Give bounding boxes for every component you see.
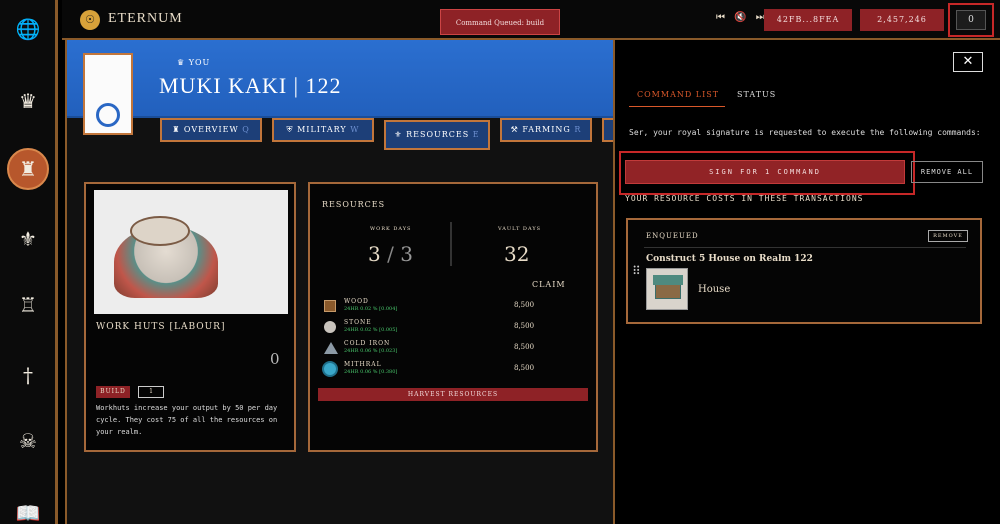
resource-row-wood: WOOD 24HR 0.02 % [0.004] 8,500 xyxy=(324,298,574,318)
resources-card: RESOURCES WORK DAYS 3 / 3 VAULT DAYS 32 … xyxy=(308,182,598,452)
realm-name: MUKI KAKI | 122 xyxy=(159,73,342,98)
realm-view: ♛ YOU MUKI KAKI | 122 ♜ OVERVIEW Q ⛨ MIL… xyxy=(65,40,615,524)
tab-resources[interactable]: ⚜ RESOURCES E xyxy=(384,120,490,150)
resource-rate: 24HR 0.06 % [0.023] xyxy=(344,348,398,354)
resource-name: STONE xyxy=(344,319,372,326)
build-button[interactable]: BUILD xyxy=(96,386,130,398)
close-icon[interactable]: ✕ xyxy=(953,52,983,72)
work-days-label: WORK DAYS xyxy=(370,226,412,232)
castle-icon[interactable]: ♜ xyxy=(7,148,49,190)
sidebar: 🌐 ♛ ♜ ⚜ ♖ † ☠ 📖 xyxy=(0,0,58,524)
command-count: 0 xyxy=(956,10,986,30)
resource-value: 8,500 xyxy=(514,322,535,330)
cold-iron-icon xyxy=(324,342,338,354)
resource-rate: 24HR 0.02 % [0.005] xyxy=(344,327,398,333)
remove-command-button[interactable]: REMOVE xyxy=(928,230,968,242)
resource-rate: 24HR 0.02 % [0.004] xyxy=(344,306,398,312)
wood-icon xyxy=(324,300,336,312)
divider xyxy=(644,247,966,248)
work-hut-image xyxy=(94,190,288,314)
you-label: ♛ YOU xyxy=(177,58,211,67)
sign-command-button[interactable]: SIGN FOR 1 COMMAND xyxy=(625,160,905,184)
command-title: Construct 5 House on Realm 122 xyxy=(646,254,813,264)
lords-icon[interactable]: ⚜ xyxy=(7,218,49,260)
resource-value: 8,500 xyxy=(514,364,535,372)
globe-icon[interactable]: 🌐 xyxy=(7,8,49,50)
stone-icon xyxy=(324,321,336,333)
lords-balance-button[interactable]: 2,457,246 xyxy=(860,9,944,31)
tab-farming[interactable]: ⚒ FARMING R xyxy=(500,118,592,142)
resources-heading: RESOURCES xyxy=(322,200,386,209)
building-title: WORK HUTS [LABOUR] xyxy=(96,322,226,332)
top-bar: ☉ ETERNUM Command Queued: build ⏮ 🔇 ⏭ 42… xyxy=(62,0,1000,40)
resource-value: 8,500 xyxy=(514,301,535,309)
tower-icon[interactable]: ♖ xyxy=(7,284,49,326)
vault-days-label: VAULT DAYS xyxy=(498,226,542,232)
house-thumbnail xyxy=(646,268,688,310)
resource-name: COLD IRON xyxy=(344,340,391,347)
resource-value: 8,500 xyxy=(514,343,535,351)
resource-row-cold-iron: COLD IRON 24HR 0.06 % [0.023] 8,500 xyxy=(324,340,574,360)
resource-name: WOOD xyxy=(344,298,369,305)
harvest-resources-button[interactable]: HARVEST RESOURCES xyxy=(318,388,588,401)
costs-heading: YOUR RESOURCE COSTS IN THESE TRANSACTION… xyxy=(625,194,864,203)
tab-command-list[interactable]: COMMAND LIST xyxy=(637,90,719,99)
claim-label: CLAIM xyxy=(532,280,566,289)
sword-icon[interactable]: † xyxy=(7,354,49,396)
resource-row-mithral: MITHRAL 24HR 0.06 % [0.380] 8,500 xyxy=(324,361,574,381)
hut-roof xyxy=(130,216,190,246)
media-controls[interactable]: ⏮ 🔇 ⏭ xyxy=(716,12,768,23)
command-item-name: House xyxy=(698,284,731,295)
divider xyxy=(450,222,452,266)
remove-all-button[interactable]: REMOVE ALL xyxy=(911,161,983,183)
resource-rate: 24HR 0.06 % [0.380] xyxy=(344,369,398,375)
command-list-toggle-button[interactable]: 0 xyxy=(948,3,994,37)
realm-portrait xyxy=(83,53,133,135)
enqueued-label: ENQUEUED xyxy=(646,232,699,240)
building-description: Workhuts increase your output by 50 per … xyxy=(96,404,278,436)
build-quantity-input[interactable]: 1 xyxy=(138,386,164,398)
work-days-value: 3 / 3 xyxy=(368,242,413,266)
command-queued-badge[interactable]: Command Queued: build xyxy=(440,9,560,35)
building-count: 0 xyxy=(270,350,280,368)
book-icon[interactable]: 📖 xyxy=(7,492,49,524)
brand-title: ETERNUM xyxy=(108,11,183,26)
building-card: WORK HUTS [LABOUR] 0 BUILD 1 Workhuts in… xyxy=(84,182,296,452)
ring-icon xyxy=(96,103,120,127)
skull-icon[interactable]: ☠ xyxy=(7,420,49,462)
enqueued-command-card: ENQUEUED REMOVE Construct 5 House on Rea… xyxy=(626,218,982,324)
tab-military[interactable]: ⛨ MILITARY W xyxy=(272,118,374,142)
resource-name: MITHRAL xyxy=(344,361,382,368)
command-panel: ✕ COMMAND LIST STATUS Ser, your royal si… xyxy=(613,40,1000,524)
signature-message: Ser, your royal signature is requested t… xyxy=(629,128,981,137)
mithral-icon xyxy=(324,363,336,375)
resource-row-stone: STONE 24HR 0.02 % [0.005] 8,500 xyxy=(324,319,574,339)
logo-icon: ☉ xyxy=(80,10,100,30)
active-tab-underline xyxy=(629,106,725,107)
drag-handle-icon[interactable]: ⠿ xyxy=(632,264,641,278)
tab-status[interactable]: STATUS xyxy=(737,90,776,99)
vault-days-value: 32 xyxy=(504,242,530,266)
tab-overview[interactable]: ♜ OVERVIEW Q xyxy=(160,118,262,142)
crown-icon[interactable]: ♛ xyxy=(7,80,49,122)
wallet-address-button[interactable]: 42FB...8FEA xyxy=(764,9,852,31)
